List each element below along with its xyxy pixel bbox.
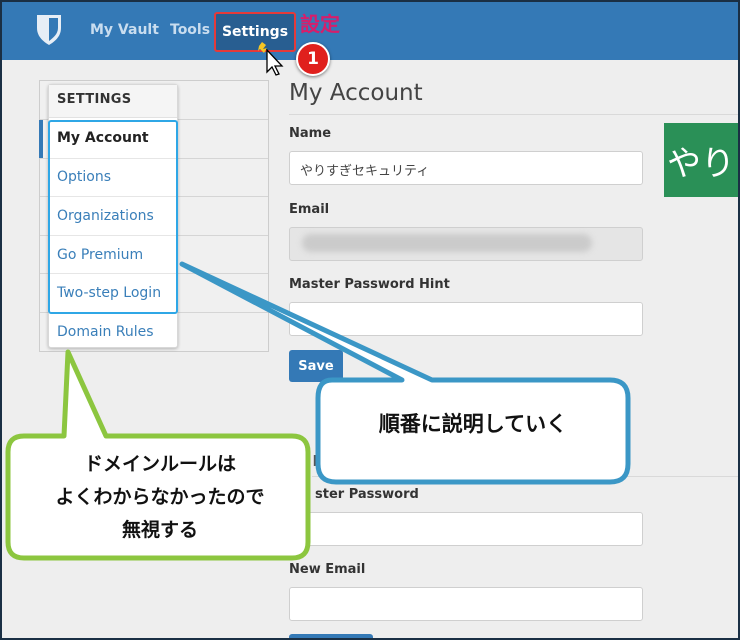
section-heading-fragment: n — [312, 447, 325, 471]
hint-label: Master Password Hint — [289, 277, 450, 292]
callout-domain-rules-text: ドメインルールは よくわからなかったので 無視する — [14, 448, 306, 547]
master-password-field[interactable] — [289, 512, 643, 546]
name-label: Name — [289, 126, 332, 141]
callout-note-line2: よくわからなかったので — [55, 486, 265, 508]
page-title: My Account — [289, 80, 423, 106]
nav-my-vault[interactable]: My Vault — [90, 22, 159, 38]
mouse-cursor-icon — [258, 42, 284, 76]
name-field[interactable]: やりすぎセキュリティ — [289, 151, 643, 185]
section-divider — [312, 476, 738, 477]
email-label: Email — [289, 202, 330, 217]
new-email-field[interactable] — [289, 587, 643, 621]
callout-explain-text: 順番に説明していく — [322, 408, 624, 438]
avatar-text: やり — [667, 143, 735, 184]
nav-settings-label: Settings — [221, 24, 289, 40]
step-number-badge: 1 — [296, 42, 330, 76]
app-window: My Vault Tools Settings 設定 1 SETTINGS My… — [0, 0, 740, 640]
submit-button-partial[interactable] — [289, 634, 373, 638]
new-email-label: New Email — [289, 562, 366, 577]
title-divider — [289, 114, 738, 115]
callout-note-line3: 無視する — [121, 519, 198, 541]
callout-explain-label: 順番に説明していく — [378, 412, 568, 436]
settings-menu-heading: SETTINGS — [57, 92, 132, 107]
sidebar-active-indicator — [39, 120, 43, 158]
email-blurred-value — [302, 234, 592, 252]
nav-tools[interactable]: Tools — [170, 22, 210, 38]
name-value: やりすぎセキュリティ — [300, 164, 430, 179]
sidebar-highlight-outline — [48, 120, 178, 314]
avatar: やり — [664, 123, 738, 197]
bitwarden-shield-icon[interactable] — [36, 14, 62, 46]
callout-note-line1: ドメインルールは — [83, 453, 236, 475]
save-button-label: Save — [298, 358, 334, 374]
sidebar-item-domain-rules[interactable]: Domain Rules — [57, 324, 154, 340]
master-password-label: ster Password — [315, 487, 419, 502]
save-button[interactable]: Save — [289, 350, 343, 382]
top-navbar: My Vault Tools Settings — [2, 2, 738, 60]
annotation-settings-label: 設定 — [300, 12, 340, 36]
step-number: 1 — [307, 49, 319, 69]
master-password-hint-field[interactable] — [289, 302, 643, 336]
